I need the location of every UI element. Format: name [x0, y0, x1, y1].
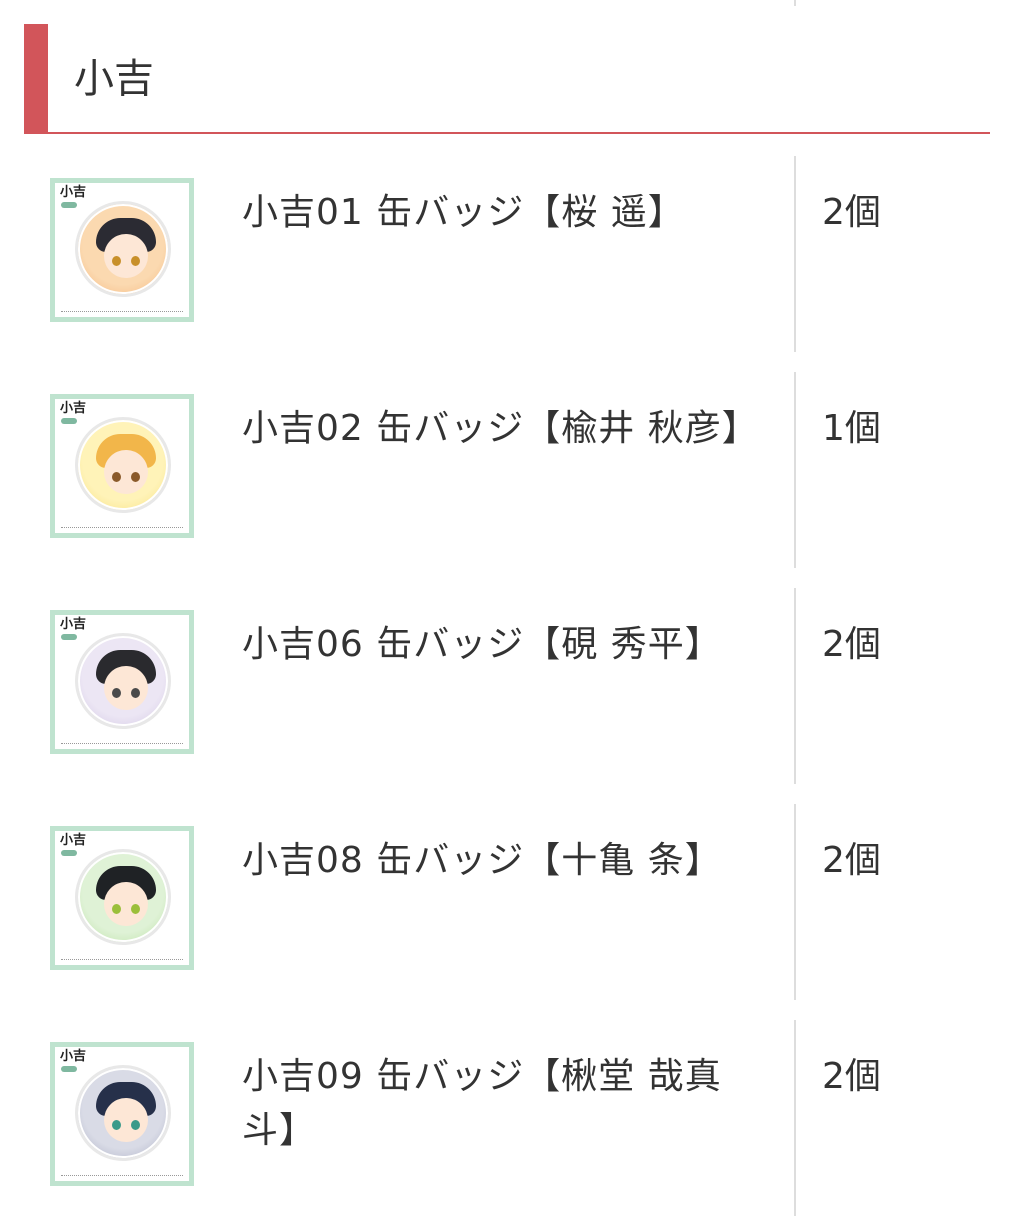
thumbnail-logo: 小吉	[60, 617, 87, 632]
thumbnail-copyright	[61, 743, 183, 747]
column-divider	[794, 372, 796, 568]
item-thumbnail[interactable]: 小吉	[50, 610, 194, 754]
list-item: 小吉 小吉09 缶バッジ【楸堂 哉真斗】 2個	[0, 1014, 1012, 1230]
list-item: 小吉 小吉01 缶バッジ【桜 遥】 2個	[0, 150, 1012, 366]
badge-face	[104, 666, 148, 710]
thumbnail-logo-tag	[61, 850, 77, 856]
badge-face	[104, 1098, 148, 1142]
item-thumbnail[interactable]: 小吉	[50, 826, 194, 970]
badge-eye-right	[131, 688, 140, 698]
column-divider	[794, 588, 796, 784]
can-badge-image	[75, 201, 171, 297]
item-thumbnail[interactable]: 小吉	[50, 394, 194, 538]
item-quantity: 2個	[822, 192, 881, 233]
list-item: 小吉 小吉06 缶バッジ【硯 秀平】 2個	[0, 582, 1012, 798]
item-thumbnail[interactable]: 小吉	[50, 178, 194, 322]
thumbnail-copyright	[61, 959, 183, 963]
badge-eye-left	[112, 472, 121, 482]
column-divider	[794, 804, 796, 1000]
thumbnail-copyright	[61, 527, 183, 531]
badge-eye-left	[112, 904, 121, 914]
badge-eye-right	[131, 904, 140, 914]
thumbnail-logo-tag	[61, 1066, 77, 1072]
section-accent-bar	[24, 24, 48, 132]
thumbnail-logo: 小吉	[60, 833, 87, 848]
can-badge-image	[75, 633, 171, 729]
item-thumbnail[interactable]: 小吉	[50, 1042, 194, 1186]
item-name[interactable]: 小吉08 缶バッジ【十亀 条】	[242, 834, 762, 888]
thumbnail-copyright	[61, 311, 183, 315]
item-quantity: 1個	[822, 408, 881, 449]
item-list: 小吉 小吉01 缶バッジ【桜 遥】 2個 小吉 小吉02 缶バッジ【楡井 秋彦】…	[0, 150, 1012, 1230]
column-divider	[794, 1020, 796, 1216]
thumbnail-logo: 小吉	[60, 401, 87, 416]
can-badge-image	[75, 1065, 171, 1161]
item-quantity: 2個	[822, 624, 881, 665]
badge-eye-right	[131, 472, 140, 482]
list-item: 小吉 小吉08 缶バッジ【十亀 条】 2個	[0, 798, 1012, 1014]
badge-eye-right	[131, 1120, 140, 1130]
item-quantity: 2個	[822, 1056, 881, 1097]
column-divider-top	[794, 0, 796, 6]
section-header: 小吉	[24, 24, 990, 134]
item-quantity: 2個	[822, 840, 881, 881]
badge-face	[104, 234, 148, 278]
thumbnail-logo: 小吉	[60, 1049, 87, 1064]
badge-eye-left	[112, 1120, 121, 1130]
badge-eye-left	[112, 688, 121, 698]
item-name[interactable]: 小吉06 缶バッジ【硯 秀平】	[242, 618, 762, 672]
thumbnail-logo: 小吉	[60, 185, 87, 200]
badge-eye-right	[131, 256, 140, 266]
item-name[interactable]: 小吉02 缶バッジ【楡井 秋彦】	[242, 402, 762, 456]
thumbnail-logo-tag	[61, 418, 77, 424]
badge-face	[104, 882, 148, 926]
can-badge-image	[75, 417, 171, 513]
can-badge-image	[75, 849, 171, 945]
item-name[interactable]: 小吉01 缶バッジ【桜 遥】	[242, 186, 762, 240]
thumbnail-copyright	[61, 1175, 183, 1179]
section-title: 小吉	[74, 56, 154, 102]
badge-eye-left	[112, 256, 121, 266]
badge-face	[104, 450, 148, 494]
thumbnail-logo-tag	[61, 634, 77, 640]
column-divider	[794, 156, 796, 352]
list-item: 小吉 小吉02 缶バッジ【楡井 秋彦】 1個	[0, 366, 1012, 582]
item-name[interactable]: 小吉09 缶バッジ【楸堂 哉真斗】	[242, 1050, 762, 1158]
thumbnail-logo-tag	[61, 202, 77, 208]
